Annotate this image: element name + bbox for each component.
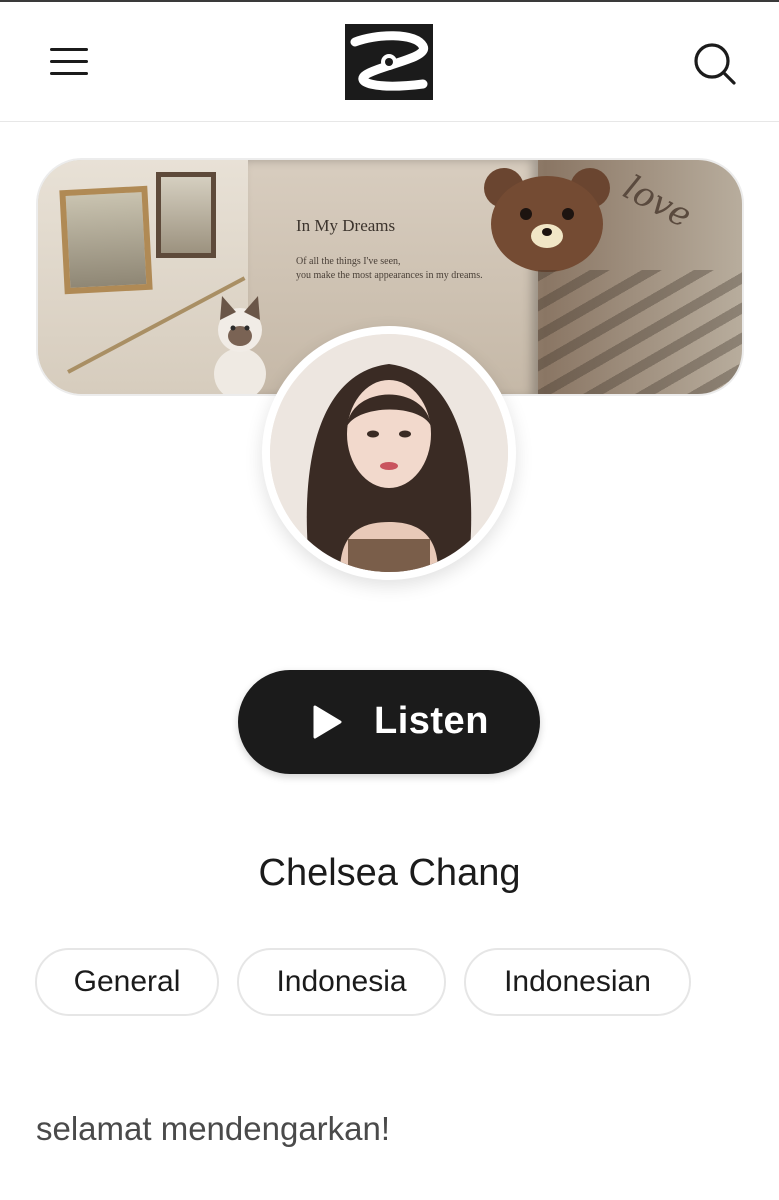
tag-indonesia[interactable]: Indonesia	[237, 948, 446, 1016]
banner-book-line: Of all the things I've seen,	[296, 256, 401, 267]
play-icon	[313, 705, 342, 739]
tag-general[interactable]: General	[35, 948, 219, 1016]
banner-shadow	[538, 270, 742, 394]
avatar-photo	[270, 334, 508, 572]
banner-picture-frame	[156, 172, 216, 258]
search-icon[interactable]	[692, 41, 736, 85]
listen-button-label: Listen	[374, 700, 489, 742]
avatar[interactable]	[262, 326, 516, 580]
avatar-portrait	[270, 334, 508, 572]
banner-picture-frame	[59, 185, 153, 295]
menu-icon[interactable]	[50, 46, 90, 78]
logo-icon[interactable]	[345, 24, 433, 100]
banner-script-text: love	[616, 167, 698, 237]
banner-book-line: you make the most appearances in my drea…	[296, 270, 483, 281]
profile-name: Chelsea Chang	[258, 852, 521, 894]
banner-cat-illustration	[214, 296, 266, 394]
banner-book-title: In My Dreams	[296, 216, 396, 235]
top-navigation-bar	[0, 0, 779, 122]
banner-bear-cookie	[484, 168, 610, 272]
listen-button[interactable]: Listen	[238, 670, 540, 774]
profile-description: selamat mendengarkan!	[36, 1110, 391, 1147]
tag-indonesian[interactable]: Indonesian	[464, 948, 691, 1016]
